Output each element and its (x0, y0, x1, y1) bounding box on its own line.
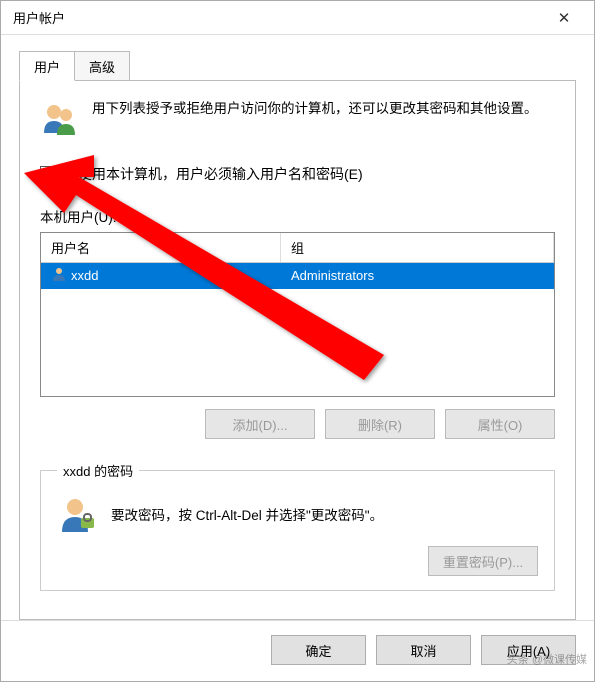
tabs: 用户 高级 (19, 51, 576, 81)
watermark: 头条 @微课传媒 (507, 651, 587, 667)
cancel-button[interactable]: 取消 (376, 635, 471, 665)
users-icon (40, 99, 80, 142)
remove-button[interactable]: 删除(R) (325, 409, 435, 439)
password-legend: xxdd 的密码 (57, 461, 139, 480)
tab-panel-users: 用下列表授予或拒绝用户访问你的计算机，还可以更改其密码和其他设置。 要使用本计算… (19, 80, 576, 620)
password-row: 要改密码，按 Ctrl-Alt-Del 并选择"更改密码"。 (57, 494, 538, 534)
dialog-footer: 确定 取消 应用(A) (1, 620, 594, 681)
list-header: 用户名 组 (41, 233, 554, 263)
table-row[interactable]: xxdd Administrators (41, 263, 554, 289)
intro-text: 用下列表授予或拒绝用户访问你的计算机，还可以更改其密码和其他设置。 (92, 99, 538, 142)
close-icon: ✕ (558, 9, 571, 27)
header-username[interactable]: 用户名 (41, 233, 281, 262)
tab-advanced[interactable]: 高级 (74, 51, 130, 81)
content-area: 用户 高级 用下列表授予或拒绝用户访问你的计算机，还可以更改其密码和其他设置。 … (1, 35, 594, 620)
ok-button[interactable]: 确定 (271, 635, 366, 665)
reset-password-button[interactable]: 重置密码(P)... (428, 546, 538, 576)
require-password-label: 要使用本计算机，用户必须输入用户名和密码(E) (64, 164, 363, 184)
titlebar: 用户帐户 ✕ (1, 1, 594, 35)
user-list-label: 本机用户(U): (40, 206, 555, 226)
intro-row: 用下列表授予或拒绝用户访问你的计算机，还可以更改其密码和其他设置。 (40, 99, 555, 142)
username-text: xxdd (71, 268, 98, 283)
properties-button[interactable]: 属性(O) (445, 409, 555, 439)
user-list[interactable]: 用户名 组 xxdd Administrators (40, 232, 555, 397)
add-button[interactable]: 添加(D)... (205, 409, 315, 439)
tab-users[interactable]: 用户 (19, 51, 75, 81)
header-group[interactable]: 组 (281, 233, 554, 262)
close-button[interactable]: ✕ (544, 4, 584, 32)
user-accounts-dialog: 用户帐户 ✕ 用户 高级 用下列表授予或拒绝用户访问你的计算机，还可以更改其密码… (0, 0, 595, 682)
user-row-icon (51, 266, 67, 285)
cell-group: Administrators (281, 265, 554, 287)
password-fieldset: xxdd 的密码 要改密码，按 Ctrl-Alt-Del 并选择"更改密码"。 … (40, 461, 555, 591)
password-text: 要改密码，按 Ctrl-Alt-Del 并选择"更改密码"。 (111, 504, 383, 524)
password-btn-row: 重置密码(P)... (57, 546, 538, 576)
window-title: 用户帐户 (13, 8, 65, 27)
require-password-row: 要使用本计算机，用户必须输入用户名和密码(E) (40, 164, 555, 184)
password-user-icon (57, 494, 97, 534)
cell-username: xxdd (41, 263, 281, 289)
user-buttons-row: 添加(D)... 删除(R) 属性(O) (40, 409, 555, 439)
require-password-checkbox[interactable] (40, 166, 56, 182)
